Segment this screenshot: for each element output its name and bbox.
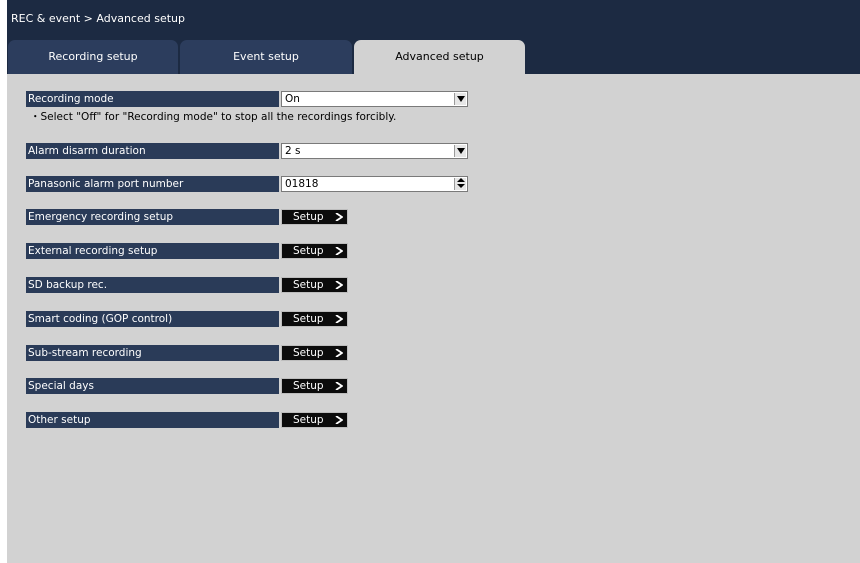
setup-button-label: Setup [293,245,324,257]
alarm-port-value: 01818 [285,178,319,190]
setup-button-label: Setup [293,211,324,223]
chevron-right-icon [335,281,343,289]
special-days-setup-button[interactable]: Setup [281,378,348,394]
setup-button-label: Setup [293,347,324,359]
setup-button-label: Setup [293,313,324,325]
setup-button-label: Setup [293,279,324,291]
alarm-disarm-select[interactable]: 2 s [281,143,468,159]
chevron-down-icon[interactable] [454,145,466,157]
advanced-setup-panel: Recording mode On ・Select "Off" for "Rec… [7,74,860,563]
tab-recording-setup[interactable]: Recording setup [8,40,178,74]
alarm-port-input[interactable]: 01818 [281,176,468,192]
alarm-disarm-value: 2 s [285,145,301,157]
chevron-down-icon[interactable] [454,93,466,105]
setup-row-label: Special days [26,378,279,394]
setup-row-label: Emergency recording setup [26,209,279,225]
tab-event-setup[interactable]: Event setup [180,40,352,74]
setup-button-label: Setup [293,380,324,392]
spinner-arrows-icon[interactable] [454,178,466,190]
recording-mode-value: On [285,93,300,105]
title-bar: REC & event > Advanced setup Recording s… [7,0,860,74]
breadcrumb: REC & event > Advanced setup [11,12,185,25]
chevron-right-icon [335,382,343,390]
sd-backup-setup-button[interactable]: Setup [281,277,348,293]
setup-row-label: External recording setup [26,243,279,259]
setup-button-label: Setup [293,414,324,426]
settings-window: REC & event > Advanced setup Recording s… [7,0,860,563]
chevron-right-icon [335,349,343,357]
setup-row-label: Smart coding (GOP control) [26,311,279,327]
other-setup-button[interactable]: Setup [281,412,348,428]
chevron-right-icon [335,247,343,255]
setup-row-label: Other setup [26,412,279,428]
alarm-port-label: Panasonic alarm port number [26,176,279,192]
chevron-right-icon [335,213,343,221]
recording-mode-note: ・Select "Off" for "Recording mode" to st… [30,111,397,123]
emergency-setup-button[interactable]: Setup [281,209,348,225]
recording-mode-select[interactable]: On [281,91,468,107]
smart-coding-setup-button[interactable]: Setup [281,311,348,327]
chevron-right-icon [335,416,343,424]
alarm-disarm-label: Alarm disarm duration [26,143,279,159]
chevron-right-icon [335,315,343,323]
setup-row-label: SD backup rec. [26,277,279,293]
sub-stream-setup-button[interactable]: Setup [281,345,348,361]
external-setup-button[interactable]: Setup [281,243,348,259]
setup-row-label: Sub-stream recording [26,345,279,361]
tab-advanced-setup[interactable]: Advanced setup [354,40,525,74]
recording-mode-label: Recording mode [26,91,279,107]
